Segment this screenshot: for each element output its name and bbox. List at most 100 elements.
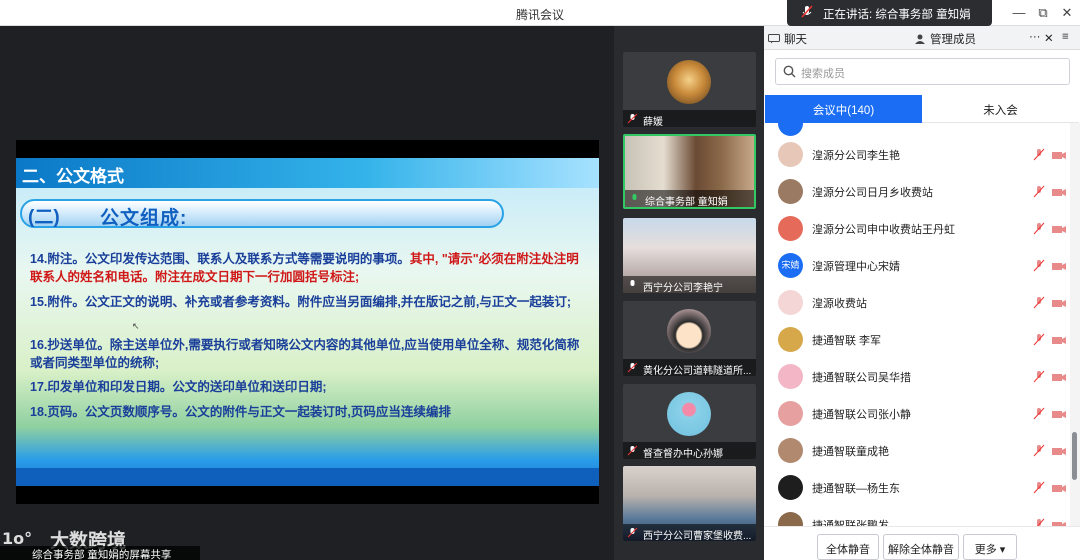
camera-off-icon[interactable] — [1051, 408, 1067, 420]
participant-name: 西宁分公司曹家堡收费... — [623, 524, 756, 541]
mouse-cursor-icon: ↖ — [132, 321, 140, 331]
muted-mic-icon — [801, 5, 813, 18]
panel-tabs: 聊天 管理成员 ··· ✕ ≡ — [764, 26, 1080, 50]
mute-all-button[interactable]: 全体静音 — [817, 534, 879, 560]
section-title: 公文组成: — [100, 208, 188, 229]
muted-mic-icon[interactable] — [1032, 407, 1046, 421]
avatar — [778, 475, 803, 500]
unmute-all-button[interactable]: 解除全体静音 — [883, 534, 959, 560]
mic-icon — [630, 280, 635, 286]
tab-not-joined[interactable]: 未入会 — [922, 95, 1079, 123]
section-banner: (二) 公文组成: — [20, 199, 504, 229]
paragraph-15: 15.附件。公文正文的说明、补充或者参考资料。附件应当另面编排,并在版记之前,与… — [30, 295, 571, 309]
maximize-button[interactable]: ⧉ — [1034, 4, 1052, 22]
muted-mic-icon — [627, 445, 638, 456]
mic-active-icon — [632, 194, 637, 200]
slide-footer — [16, 468, 599, 486]
muted-mic-icon[interactable] — [1032, 333, 1046, 347]
member-search-input[interactable]: 搜索成员 — [775, 58, 1070, 85]
muted-mic-icon[interactable] — [1032, 222, 1046, 236]
member-row[interactable]: 捷通智联公司张小静 — [764, 395, 1070, 432]
p14-text: 14.附注。公文印发传达范围、联系人及联系方式等需要说明的事项。 — [30, 252, 410, 266]
muted-mic-icon[interactable] — [1032, 148, 1046, 162]
muted-mic-icon[interactable] — [1032, 370, 1046, 384]
video-tile[interactable]: 薛媛 — [623, 52, 756, 127]
speaking-label: 正在讲话: 综合事务部 童知娟 — [823, 9, 971, 21]
member-row[interactable]: 捷通智联公司吴华措 — [764, 358, 1070, 395]
video-tile[interactable]: 督查督办中心孙娜 — [623, 384, 756, 459]
camera-off-icon[interactable] — [1051, 334, 1067, 346]
member-name: 捷通智联公司吴华措 — [812, 372, 911, 384]
camera-off-icon[interactable] — [1051, 186, 1067, 198]
member-name: 湟源管理中心宋婧 — [812, 261, 900, 273]
close-panel-button[interactable]: ✕ — [1044, 26, 1054, 50]
member-panel: 聊天 管理成员 ··· ✕ ≡ 搜索成员 会议中(140) 未入会 湟源分公司李… — [764, 26, 1080, 560]
muted-mic-icon[interactable] — [1032, 444, 1046, 458]
participant-name: 薛媛 — [623, 110, 756, 127]
slide-content: 二、公文格式 (二) 公文组成: 14.附注。公文印发传达范围、联系人及联系方式… — [16, 158, 599, 486]
chat-icon — [768, 34, 780, 44]
camera-off-icon[interactable] — [1051, 223, 1067, 235]
avatar — [667, 309, 711, 353]
title-bar: 腾讯会议 正在讲话: 综合事务部 童知娟 — ⧉ ✕ — [0, 0, 1080, 26]
video-tile[interactable]: 西宁分公司曹家堡收费... — [623, 466, 756, 541]
camera-off-icon[interactable] — [1051, 149, 1067, 161]
member-row[interactable]: 捷通智联张鹏发 — [764, 506, 1070, 526]
panel-footer: 全体静音 解除全体静音 更多 ▾ — [764, 526, 1080, 560]
tab-in-meeting[interactable]: 会议中(140) — [765, 95, 922, 123]
scrollbar-thumb[interactable] — [1072, 432, 1077, 480]
panel-menu-button[interactable]: ≡ — [1062, 26, 1069, 50]
muted-mic-icon[interactable] — [1032, 518, 1046, 526]
avatar — [778, 179, 803, 204]
camera-off-icon[interactable] — [1051, 297, 1067, 309]
video-tile-active[interactable]: 综合事务部 童知娟 — [623, 134, 756, 209]
member-name: 捷通智联 李军 — [812, 335, 882, 347]
member-name: 湟源分公司日月乡收费站 — [812, 187, 933, 199]
camera-off-icon[interactable] — [1051, 260, 1067, 272]
slide-header-text: 二、公文格式 — [22, 167, 124, 186]
tab-chat-label: 聊天 — [784, 34, 807, 46]
participant-name: 督查督办中心孙娜 — [623, 442, 756, 459]
member-row[interactable]: 捷通智联—杨生东 — [764, 469, 1070, 506]
tab-chat[interactable]: 聊天 — [768, 26, 807, 50]
tab-members[interactable]: 管理成员 — [914, 26, 976, 50]
avatar — [778, 364, 803, 389]
member-name: 湟源分公司申中收费站王丹虹 — [812, 224, 955, 236]
muted-mic-icon[interactable] — [1032, 296, 1046, 310]
participant-name: 西宁分公司李艳宁 — [623, 276, 756, 293]
muted-mic-icon — [627, 362, 638, 373]
avatar — [778, 512, 803, 526]
member-row[interactable]: 湟源分公司李生艳 — [764, 136, 1070, 173]
minimize-button[interactable]: — — [1010, 4, 1028, 22]
muted-mic-icon[interactable] — [1032, 259, 1046, 273]
muted-mic-icon[interactable] — [1032, 185, 1046, 199]
muted-mic-icon — [627, 113, 638, 124]
more-actions-button[interactable]: 更多 ▾ — [963, 534, 1017, 560]
avatar — [778, 438, 803, 463]
close-window-button[interactable]: ✕ — [1058, 4, 1076, 22]
paragraph-18: 18.页码。公文页数顺序号。公文的附件与正文一起装订时,页码应当连续编排 — [30, 405, 451, 419]
muted-mic-icon[interactable] — [1032, 481, 1046, 495]
participant-name: 黄化分公司道韩隧道所... — [623, 359, 756, 376]
shared-slide: 二、公文格式 (二) 公文组成: 14.附注。公文印发传达范围、联系人及联系方式… — [16, 140, 599, 504]
member-row[interactable]: 捷通智联童成艳 — [764, 432, 1070, 469]
member-row[interactable]: 湟源收费站 — [764, 284, 1070, 321]
camera-off-icon[interactable] — [1051, 445, 1067, 457]
member-row[interactable]: 湟源分公司申中收费站王丹虹 — [764, 210, 1070, 247]
watermark-logo-icon: 1o° — [2, 529, 32, 548]
camera-off-icon[interactable] — [1051, 371, 1067, 383]
search-icon — [783, 65, 796, 78]
video-tile[interactable]: 黄化分公司道韩隧道所... — [623, 301, 756, 376]
member-row[interactable]: 宋婧 湟源管理中心宋婧 — [764, 247, 1070, 284]
speaking-indicator: 正在讲话: 综合事务部 童知娟 — [787, 0, 992, 26]
video-tile[interactable]: 西宁分公司李艳宁 — [623, 218, 756, 293]
member-row[interactable]: 湟源分公司日月乡收费站 — [764, 173, 1070, 210]
slide-header: 二、公文格式 — [16, 158, 599, 188]
member-list: 湟源分公司李生艳 湟源分公司日月乡收费站 湟源分公司申中收费站王丹虹 宋婧 湟源… — [764, 123, 1070, 526]
member-name: 捷通智联张鹏发 — [812, 520, 889, 526]
more-options-button[interactable]: ··· — [1029, 26, 1041, 50]
camera-off-icon[interactable] — [1051, 519, 1067, 526]
camera-off-icon[interactable] — [1051, 482, 1067, 494]
participant-name: 综合事务部 童知娟 — [625, 190, 754, 207]
member-row[interactable]: 捷通智联 李军 — [764, 321, 1070, 358]
